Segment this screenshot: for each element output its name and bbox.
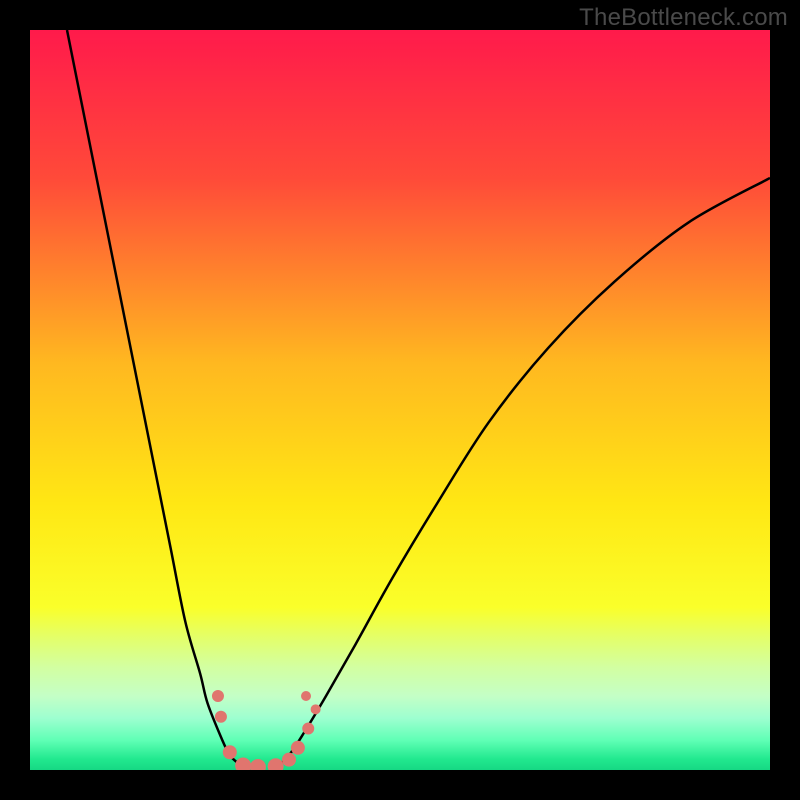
datapoint-marker: [302, 723, 314, 735]
datapoint-marker: [301, 691, 311, 701]
datapoint-marker: [291, 741, 305, 755]
datapoint-marker: [215, 711, 227, 723]
chart-frame: TheBottleneck.com: [0, 0, 800, 800]
bottleneck-chart: [30, 30, 770, 770]
datapoint-marker: [282, 753, 296, 767]
datapoint-marker: [212, 690, 224, 702]
watermark-label: TheBottleneck.com: [579, 4, 788, 32]
datapoint-marker: [223, 745, 237, 759]
datapoint-marker: [311, 704, 321, 714]
